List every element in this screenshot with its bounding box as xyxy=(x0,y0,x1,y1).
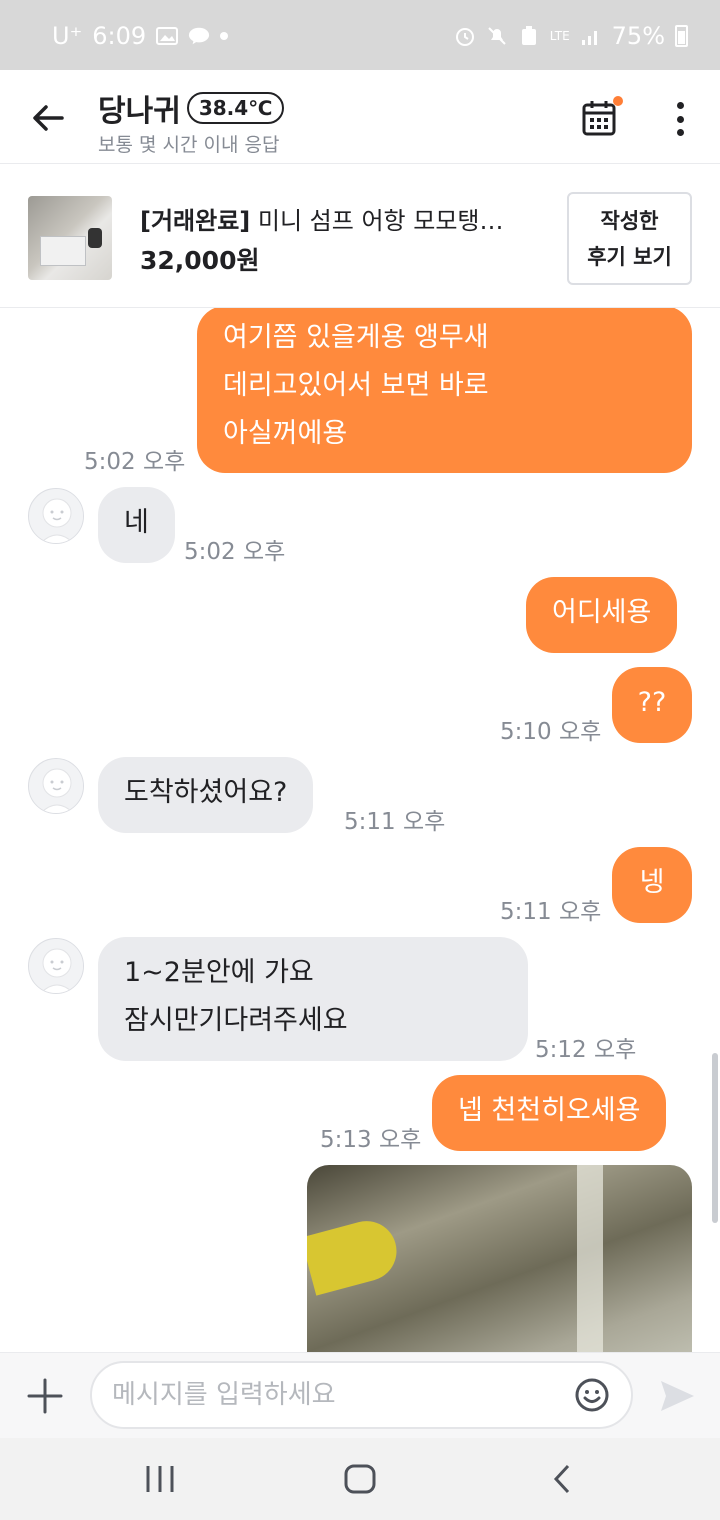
clock: 6:09 xyxy=(92,22,147,50)
plus-icon xyxy=(27,1378,63,1414)
status-left: U⁺ 6:09 xyxy=(52,22,229,50)
back-arrow-icon xyxy=(33,105,64,131)
emoji-icon xyxy=(575,1378,609,1412)
recent-apps-icon xyxy=(146,1466,174,1492)
their-message[interactable]: 네 xyxy=(98,487,175,563)
recent-apps-button[interactable] xyxy=(140,1462,180,1496)
back-icon xyxy=(553,1464,570,1494)
my-message[interactable]: 넹 xyxy=(612,847,692,923)
more-vertical-icon xyxy=(676,102,684,109)
my-message[interactable]: 어디세용 xyxy=(526,577,678,653)
avatar[interactable] xyxy=(28,938,84,994)
send-icon xyxy=(661,1381,694,1411)
message-time: 5:02 오후 xyxy=(84,449,186,475)
status-bar: U⁺ 6:09 LTE 75% xyxy=(0,0,720,70)
home-button[interactable] xyxy=(340,1462,380,1496)
trade-status: [거래완료] xyxy=(140,207,251,235)
my-message[interactable]: 여기쯤 있을게용 앵무새 데리고있어서 보면 바로 아실꺼에용 xyxy=(197,308,692,473)
message-time: 5:13 오후 xyxy=(320,1127,422,1153)
message-input-bar xyxy=(0,1352,720,1438)
battery-icon xyxy=(675,25,688,47)
chat-header: 당나귀 38.4℃ 보통 몇 시간 이내 응답 xyxy=(0,70,720,164)
view-review-button[interactable]: 작성한 후기 보기 xyxy=(567,192,692,285)
message-time: 5:12 오후 xyxy=(535,1037,637,1063)
message-time: 5:11 오후 xyxy=(500,899,602,925)
their-message[interactable]: 도착하셨어요? xyxy=(98,757,314,833)
product-thumbnail[interactable] xyxy=(28,196,112,280)
mute-icon xyxy=(486,25,508,47)
calendar-button[interactable] xyxy=(582,100,616,136)
network-label: LTE xyxy=(549,29,570,43)
sent-photo[interactable] xyxy=(307,1165,692,1352)
their-message[interactable]: 1~2분안에 가요 잠시만기다려주세요 xyxy=(98,937,528,1061)
alarm-icon xyxy=(454,25,476,47)
product-bar[interactable]: [거래완료] 미니 섬프 어항 모모탱… 32,000원 작성한 후기 보기 xyxy=(0,165,720,308)
product-price: 32,000원 xyxy=(140,246,260,275)
system-back-button[interactable] xyxy=(542,1462,582,1496)
more-menu-button[interactable] xyxy=(668,102,692,136)
manner-temperature-badge: 38.4℃ xyxy=(186,92,285,124)
message-time: 5:02 오후 xyxy=(184,539,286,565)
chat-area[interactable]: 여기쯤 있을게용 앵무새 데리고있어서 보면 바로 아실꺼에용 5:02 오후 … xyxy=(0,308,720,1352)
message-time: 5:10 오후 xyxy=(500,719,602,745)
system-nav-bar xyxy=(0,1438,720,1520)
attach-button[interactable] xyxy=(26,1377,64,1415)
scrollbar-thumb[interactable] xyxy=(712,1053,718,1223)
gallery-icon xyxy=(156,25,179,47)
signal-icon xyxy=(580,25,602,47)
default-profile-icon xyxy=(29,489,83,543)
send-button[interactable] xyxy=(658,1377,696,1415)
title-wrap: 당나귀 38.4℃ xyxy=(98,86,285,130)
back-button[interactable] xyxy=(28,98,68,138)
avatar[interactable] xyxy=(28,488,84,544)
talk-icon xyxy=(188,25,210,47)
calendar-notification-dot xyxy=(613,96,623,106)
product-name: 미니 섬프 어항 모모탱… xyxy=(250,207,504,235)
status-right: LTE 75% xyxy=(454,22,688,50)
notification-dot-icon xyxy=(220,32,229,40)
default-profile-icon xyxy=(29,939,83,993)
partner-name[interactable]: 당나귀 xyxy=(98,86,181,130)
product-title[interactable]: [거래완료] 미니 섬프 어항 모모탱… xyxy=(140,201,540,236)
my-message[interactable]: ?? xyxy=(612,667,692,743)
data-saver-icon xyxy=(518,25,540,47)
my-message[interactable]: 넵 천천히오세용 xyxy=(432,1075,667,1151)
emoji-button[interactable] xyxy=(574,1377,610,1413)
battery-percent: 75% xyxy=(611,22,665,50)
default-profile-icon xyxy=(29,759,83,813)
message-input[interactable] xyxy=(90,1361,633,1429)
carrier-label: U⁺ xyxy=(52,22,83,50)
home-icon xyxy=(344,1464,376,1494)
message-time: 5:11 오후 xyxy=(344,809,446,835)
avatar[interactable] xyxy=(28,758,84,814)
calendar-icon xyxy=(582,101,616,136)
response-time-text: 보통 몇 시간 이내 응답 xyxy=(98,134,280,156)
